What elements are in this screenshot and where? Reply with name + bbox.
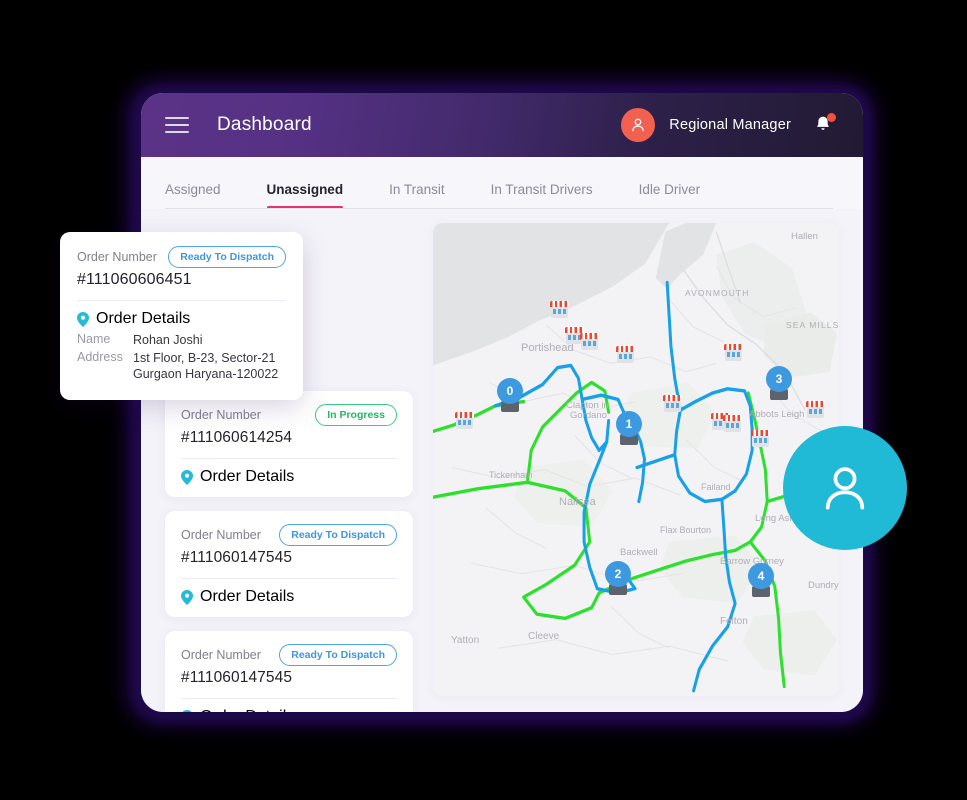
user-avatar-icon bbox=[632, 118, 645, 132]
divider bbox=[181, 698, 397, 699]
tab-in-transit-drivers[interactable]: In Transit Drivers bbox=[491, 182, 593, 209]
list-item[interactable]: Order Number Ready To Dispatch #11106014… bbox=[165, 631, 413, 712]
driver-pin-label: 1 bbox=[616, 411, 642, 437]
order-number-label: Order Number bbox=[181, 528, 261, 542]
order-card-header: Order Number Ready To Dispatch bbox=[181, 524, 397, 546]
order-detail-popover[interactable]: Order Number Ready To Dispatch #11106060… bbox=[60, 232, 303, 400]
notification-badge bbox=[827, 113, 836, 122]
location-pin-icon bbox=[181, 589, 193, 605]
order-detail-fields: Name Rohan Joshi Address 1st Floor, B-23… bbox=[77, 332, 286, 382]
order-card-header: Order Number In Progress bbox=[181, 404, 397, 426]
map-canvas bbox=[433, 223, 839, 696]
notifications-button[interactable] bbox=[813, 113, 836, 137]
status-badge: In Progress bbox=[315, 404, 397, 426]
status-badge: Ready To Dispatch bbox=[279, 644, 397, 666]
header-right-group: Regional Manager bbox=[621, 108, 836, 142]
tab-bar: Assigned Unassigned In Transit In Transi… bbox=[141, 157, 863, 209]
map-panel[interactable]: Hallen AVONMOUTH SEA MILLS Portishead Cl… bbox=[433, 223, 839, 696]
order-details-link[interactable]: Order Details bbox=[77, 310, 286, 328]
order-details-link[interactable]: Order Details bbox=[181, 588, 397, 606]
driver-pin[interactable]: 1 bbox=[616, 411, 642, 445]
order-number-value: #111060147545 bbox=[181, 669, 293, 686]
tab-assigned[interactable]: Assigned bbox=[165, 182, 221, 209]
order-number-value: #111060147545 bbox=[181, 549, 293, 566]
driver-pin[interactable]: 2 bbox=[605, 561, 631, 595]
field-label: Name bbox=[77, 332, 111, 346]
field-value: 1st Floor, B-23, Sector-21 Gurgaon Harya… bbox=[133, 351, 279, 381]
status-badge: Ready To Dispatch bbox=[168, 246, 286, 268]
tab-idle-driver[interactable]: Idle Driver bbox=[639, 182, 701, 209]
driver-pin[interactable]: 3 bbox=[766, 366, 792, 400]
driver-pin-label: 0 bbox=[497, 378, 523, 404]
order-details-link[interactable]: Order Details bbox=[181, 708, 397, 712]
order-details-label: Order Details bbox=[200, 708, 294, 712]
divider bbox=[181, 578, 397, 579]
detail-card-header: Order Number Ready To Dispatch bbox=[77, 246, 286, 268]
hamburger-icon[interactable] bbox=[165, 117, 189, 133]
tab-in-transit[interactable]: In Transit bbox=[389, 182, 445, 209]
order-card-header: Order Number Ready To Dispatch bbox=[181, 644, 397, 666]
location-pin-icon bbox=[77, 311, 89, 327]
field-label: Address bbox=[77, 350, 123, 364]
detail-row-name: Name Rohan Joshi bbox=[77, 332, 286, 348]
detail-row-address: Address 1st Floor, B-23, Sector-21 Gurga… bbox=[77, 350, 286, 382]
list-item[interactable]: Order Number Ready To Dispatch #11106014… bbox=[165, 511, 413, 617]
order-details-label: Order Details bbox=[200, 588, 295, 605]
order-number-value: #111060614254 bbox=[181, 429, 293, 446]
order-number-value: #111060606451 bbox=[77, 271, 192, 288]
tab-unassigned[interactable]: Unassigned bbox=[266, 182, 343, 209]
list-item[interactable]: Order Number In Progress #111060614254 O… bbox=[165, 391, 413, 497]
order-details-label: Order Details bbox=[200, 468, 295, 485]
driver-pin[interactable]: 0 bbox=[497, 378, 523, 412]
driver-pin-label: 3 bbox=[766, 366, 792, 392]
location-pin-icon bbox=[182, 709, 192, 712]
screenshot-stage: Dashboard Regional Manager Assigned Unas… bbox=[0, 0, 967, 800]
driver-pin[interactable]: 4 bbox=[748, 563, 774, 597]
page-title: Dashboard bbox=[217, 114, 312, 135]
field-value: Rohan Joshi bbox=[133, 333, 203, 347]
status-badge: Ready To Dispatch bbox=[279, 524, 397, 546]
floating-user-button[interactable] bbox=[783, 426, 907, 550]
avatar[interactable] bbox=[621, 108, 656, 142]
order-details-link[interactable]: Order Details bbox=[181, 468, 397, 486]
app-window: Dashboard Regional Manager Assigned Unas… bbox=[141, 93, 863, 712]
driver-pin-label: 2 bbox=[605, 561, 631, 587]
order-details-label: Order Details bbox=[96, 310, 191, 327]
order-number-label: Order Number bbox=[77, 250, 157, 264]
driver-pin-label: 4 bbox=[748, 563, 774, 589]
order-number-label: Order Number bbox=[181, 408, 261, 422]
location-pin-icon bbox=[181, 469, 193, 485]
divider bbox=[181, 458, 397, 459]
user-name: Regional Manager bbox=[669, 117, 791, 133]
order-number-label: Order Number bbox=[181, 648, 261, 662]
user-outline-icon bbox=[825, 467, 865, 510]
app-header: Dashboard Regional Manager bbox=[141, 93, 863, 157]
divider bbox=[77, 300, 286, 301]
